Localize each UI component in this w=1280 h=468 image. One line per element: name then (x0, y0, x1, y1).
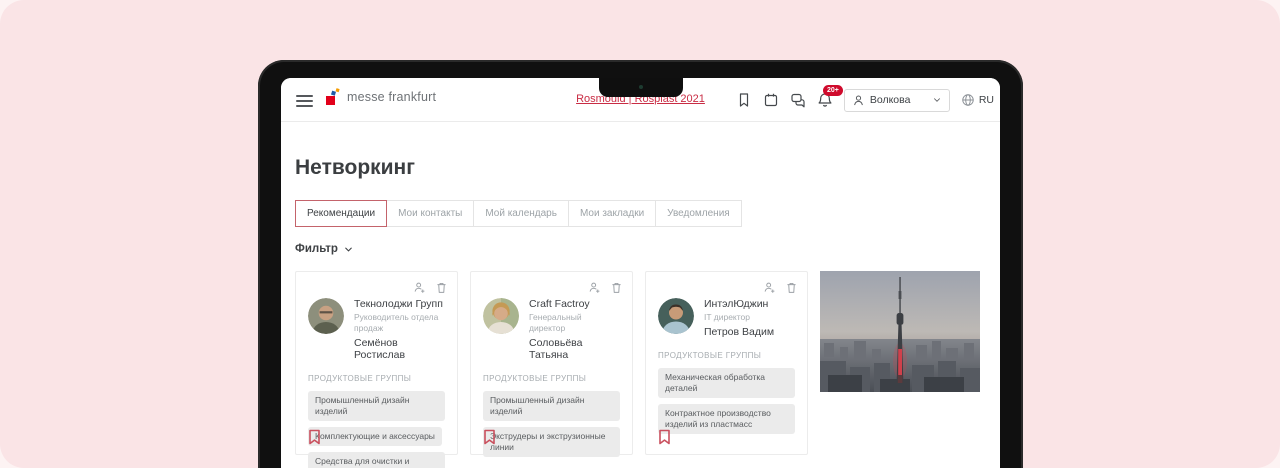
tab-my-contacts[interactable]: Мои контакты (386, 200, 475, 227)
job-title: Генеральный директор (529, 312, 582, 334)
messe-frankfurt-logo-icon (326, 88, 340, 105)
card-actions (588, 281, 623, 294)
tab-notifications[interactable]: Уведомления (655, 200, 742, 227)
notification-badge: 20+ (822, 85, 843, 96)
globe-icon (962, 94, 974, 106)
filter-label: Фильтр (295, 243, 338, 255)
contact-card[interactable]: ИнтэлЮджин IT директор Петров Вадим ПРОД… (645, 271, 808, 455)
add-contact-icon[interactable] (763, 281, 776, 294)
contact-info: ИнтэлЮджин IT директор Петров Вадим (704, 298, 774, 338)
card-actions (413, 281, 448, 294)
user-icon (853, 94, 863, 105)
chevron-down-icon (933, 98, 940, 102)
header-actions: 20+ Волкова RU (736, 78, 994, 122)
card-header: Craft Factroy Генеральный директор Солов… (483, 298, 620, 361)
person-name: Петров Вадим (704, 326, 775, 339)
tag: Средства для очистки и смазки (308, 452, 445, 468)
filter-toggle[interactable]: Фильтр (295, 243, 354, 255)
bookmark-card-icon[interactable] (308, 429, 321, 445)
job-title: Руководитель отдела продаж (354, 312, 439, 334)
tag: Промышленный дизайн изделий (308, 391, 445, 422)
job-title: IT директор (704, 312, 750, 322)
contact-card[interactable]: Текнолоджи Групп Руководитель отдела про… (295, 271, 458, 468)
main-content: Нетворкинг Рекомендации Мои контакты Мой… (281, 122, 1000, 468)
laptop-screen: messe frankfurt Rosmould | Rosplast 2021 (281, 78, 1000, 468)
bookmark-icon[interactable] (736, 92, 752, 108)
tag: Контрактное производство изделий из плас… (658, 404, 795, 435)
notifications[interactable]: 20+ (817, 85, 843, 108)
menu-icon[interactable] (296, 95, 313, 110)
contact-card[interactable]: Craft Factroy Генеральный директор Солов… (470, 271, 633, 458)
bookmark-card-icon[interactable] (483, 429, 496, 445)
delete-icon[interactable] (610, 281, 623, 294)
chevron-down-icon (345, 247, 352, 252)
avatar (308, 298, 344, 334)
camera-notch (598, 78, 683, 97)
company-name: ИнтэлЮджин (704, 298, 769, 310)
delete-icon[interactable] (435, 281, 448, 294)
avatar (658, 298, 694, 334)
product-group-tags: Механическая обработка деталей Контрактн… (658, 368, 795, 435)
tab-my-calendar[interactable]: Мой календарь (473, 200, 569, 227)
avatar (483, 298, 519, 334)
card-header: Текнолоджи Групп Руководитель отдела про… (308, 298, 445, 361)
tab-recommendations[interactable]: Рекомендации (295, 200, 388, 227)
product-group-tags: Промышленный дизайн изделий Комплектующи… (308, 391, 445, 468)
webcam-dot (638, 85, 643, 89)
product-groups-label: ПРОДУКТОВЫЕ ГРУППЫ (658, 351, 762, 361)
product-group-tags: Промышленный дизайн изделий Экструдеры и… (483, 391, 620, 458)
brand-logo: messe frankfurt (325, 88, 436, 106)
product-groups-label: ПРОДУКТОВЫЕ ГРУППЫ (483, 374, 587, 384)
contact-info: Craft Factroy Генеральный директор Солов… (529, 298, 620, 361)
contact-info: Текнолоджи Групп Руководитель отдела про… (354, 298, 445, 361)
card-actions (763, 281, 798, 294)
brand-name: messe frankfurt (347, 90, 437, 104)
company-name: Текнолоджи Групп (354, 298, 443, 310)
ostankino-tower-photo (820, 271, 980, 392)
tab-my-bookmarks[interactable]: Мои закладки (567, 200, 657, 227)
card-header: ИнтэлЮджин IT директор Петров Вадим (658, 298, 795, 338)
tag: Комплектующие и аксессуары (308, 427, 442, 447)
chat-icon[interactable] (790, 92, 806, 108)
recommendation-cards: Текнолоджи Групп Руководитель отдела про… (295, 271, 980, 468)
user-name: Волкова (869, 94, 911, 106)
language-code: RU (978, 94, 994, 106)
bookmark-card-icon[interactable] (658, 429, 671, 445)
add-contact-icon[interactable] (588, 281, 601, 294)
user-dropdown[interactable]: Волкова (843, 88, 950, 112)
tag: Промышленный дизайн изделий (483, 391, 620, 422)
company-name: Craft Factroy (529, 298, 590, 310)
person-name: Соловьёва Татьяна (529, 337, 583, 362)
language-switcher[interactable]: RU (961, 93, 994, 107)
tag: Экструдеры и экструзионные линии (483, 427, 620, 458)
calendar-icon[interactable] (763, 92, 779, 108)
pink-backdrop: messe frankfurt Rosmould | Rosplast 2021 (0, 0, 1280, 468)
person-name: Семёнов Ростислав (354, 337, 406, 362)
delete-icon[interactable] (785, 281, 798, 294)
laptop-frame: messe frankfurt Rosmould | Rosplast 2021 (258, 60, 1023, 468)
tag: Механическая обработка деталей (658, 368, 795, 399)
page-title: Нетворкинг (295, 156, 415, 179)
add-contact-icon[interactable] (413, 281, 426, 294)
product-groups-label: ПРОДУКТОВЫЕ ГРУППЫ (308, 374, 412, 384)
tab-bar: Рекомендации Мои контакты Мой календарь … (295, 200, 742, 227)
